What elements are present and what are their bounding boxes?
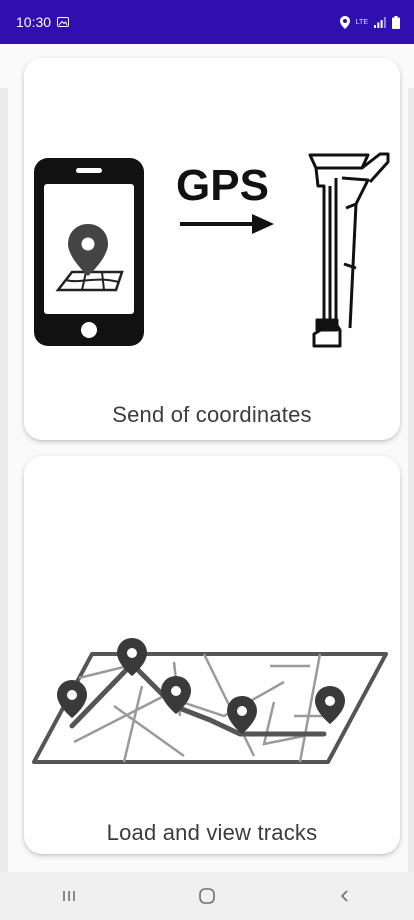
right-gutter	[408, 88, 414, 916]
status-time: 10:30	[16, 14, 52, 30]
status-right: LTE	[339, 15, 400, 29]
gps-label: GPS	[176, 161, 269, 210]
send-coordinates-label: Send of coordinates	[112, 402, 312, 427]
network-type: LTE	[355, 18, 368, 26]
location-pin-icon	[339, 15, 350, 29]
cable-locator-icon	[308, 152, 390, 348]
left-gutter	[0, 88, 8, 916]
back-icon	[340, 890, 348, 902]
gallery-icon	[57, 17, 70, 27]
back-button[interactable]	[315, 876, 375, 916]
signal-bars-icon	[374, 16, 386, 28]
smartphone-icon	[34, 158, 144, 346]
recent-apps-button[interactable]	[39, 876, 99, 916]
recent-apps-icon	[63, 891, 75, 901]
send-coordinates-card[interactable]: GPS Send of coordinates	[24, 58, 400, 440]
battery-icon	[392, 15, 400, 29]
status-bar: 10:30 LTE	[0, 0, 414, 44]
main-content: GPS Send of coordinates Load and view tr…	[0, 44, 414, 916]
load-tracks-card[interactable]: Load and view tracks	[24, 456, 400, 854]
status-left: 10:30	[16, 14, 70, 30]
navigation-bar	[0, 872, 414, 920]
tracks-illustration	[32, 638, 388, 764]
arrow-right-icon	[180, 214, 274, 234]
load-tracks-label: Load and view tracks	[106, 820, 318, 845]
home-icon	[199, 888, 215, 904]
send-coordinates-illustration: GPS	[34, 152, 390, 348]
home-button[interactable]	[177, 876, 237, 916]
